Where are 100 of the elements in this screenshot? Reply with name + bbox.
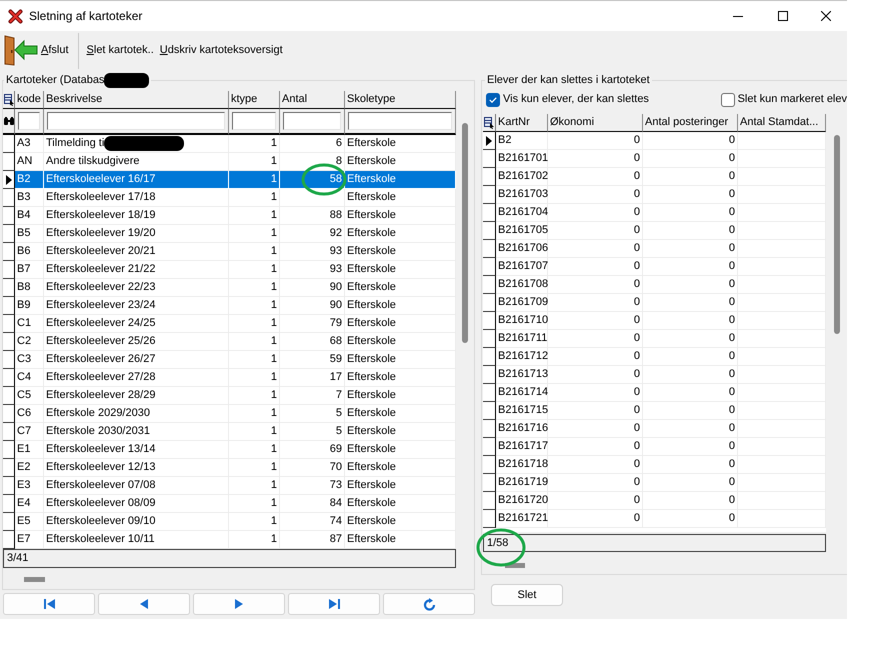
column-header[interactable]: Beskrivelse bbox=[44, 91, 229, 109]
column-header[interactable]: kode bbox=[15, 91, 44, 109]
table-row[interactable]: C5 Efterskoleelever 28/29 1 7 Efterskole bbox=[3, 387, 456, 405]
table-cell: 0 bbox=[548, 222, 643, 240]
row-header[interactable] bbox=[483, 330, 496, 348]
table-cell: 0 bbox=[548, 240, 643, 258]
refresh-icon bbox=[422, 598, 436, 610]
table-cell: 0 bbox=[643, 456, 738, 474]
table-row[interactable]: C3 Efterskoleelever 26/27 1 59 Efterskole bbox=[3, 351, 456, 369]
checkbox-label[interactable]: Slet kun markeret elev bbox=[738, 91, 847, 108]
toolbar-button[interactable]: Slet kartotek.. bbox=[84, 34, 157, 68]
column-header[interactable]: Antal Stamdat... bbox=[738, 114, 826, 132]
row-header[interactable] bbox=[483, 186, 496, 204]
filter-field[interactable] bbox=[47, 112, 225, 130]
row-header[interactable] bbox=[483, 366, 496, 384]
filter-field[interactable] bbox=[18, 112, 40, 130]
toolbar-button[interactable]: Udskriv kartoteksoversigt bbox=[156, 34, 286, 68]
table-row[interactable]: E1 Efterskoleelever 13/14 1 69 Efterskole bbox=[3, 441, 456, 459]
row-header bbox=[3, 423, 15, 441]
row-header[interactable] bbox=[483, 438, 496, 456]
table-cell: 0 bbox=[643, 276, 738, 294]
row-header[interactable] bbox=[483, 384, 496, 402]
column-header[interactable]: Skoletype bbox=[345, 91, 456, 109]
row-header[interactable] bbox=[483, 132, 496, 150]
table-row[interactable]: C1 Efterskoleelever 24/25 1 79 Efterskole bbox=[3, 315, 456, 333]
row-header[interactable] bbox=[483, 222, 496, 240]
last-button[interactable] bbox=[288, 593, 380, 615]
table-row[interactable]: B7 Efterskoleelever 21/22 1 93 Efterskole bbox=[3, 261, 456, 279]
exit-button[interactable]: Afslut bbox=[2, 34, 73, 68]
check-icon bbox=[489, 96, 497, 102]
column-header[interactable]: ktype bbox=[229, 91, 280, 109]
table-row[interactable]: E3 Efterskoleelever 07/08 1 73 Efterskole bbox=[3, 477, 456, 495]
row-header[interactable] bbox=[483, 492, 496, 510]
table-cell: B2161705 bbox=[496, 222, 548, 240]
table-row[interactable]: E5 Efterskoleelever 09/10 1 74 Efterskole bbox=[3, 513, 456, 531]
table-cell: 0 bbox=[643, 402, 738, 420]
column-header[interactable]: KartNr bbox=[496, 114, 548, 132]
row-header[interactable] bbox=[483, 204, 496, 222]
close-icon bbox=[821, 11, 831, 21]
table-cell: 0 bbox=[548, 474, 643, 492]
table-cell: 0 bbox=[548, 312, 643, 330]
row-header[interactable] bbox=[483, 510, 496, 528]
row-header[interactable] bbox=[483, 312, 496, 330]
scrollbar-thumb[interactable] bbox=[24, 577, 45, 582]
column-header[interactable]: Antal bbox=[280, 91, 345, 109]
first-button[interactable] bbox=[3, 593, 95, 615]
table-cell: 0 bbox=[643, 330, 738, 348]
table-row[interactable]: B3 Efterskoleelever 17/18 1 Efterskole bbox=[3, 189, 456, 207]
table-row[interactable]: E7 Efterskoleelever 10/11 1 87 Efterskole bbox=[3, 531, 456, 549]
table-row[interactable]: E2 Efterskoleelever 12/13 1 70 Efterskole bbox=[3, 459, 456, 477]
checkbox-label[interactable]: Vis kun elever, der kan slettes bbox=[503, 91, 649, 108]
delete-button[interactable]: Slet bbox=[491, 584, 563, 606]
row-header bbox=[3, 405, 15, 423]
column-header[interactable]: Økonomi bbox=[548, 114, 643, 132]
row-header[interactable] bbox=[483, 240, 496, 258]
table-cell: 0 bbox=[548, 420, 643, 438]
checkbox[interactable] bbox=[720, 92, 735, 106]
table-row[interactable]: E4 Efterskoleelever 08/09 1 84 Efterskole bbox=[3, 495, 456, 513]
table-row[interactable]: B5 Efterskoleelever 19/20 1 92 Efterskole bbox=[3, 225, 456, 243]
scrollbar-thumb[interactable] bbox=[505, 563, 525, 568]
column-header[interactable]: Antal posteringer bbox=[643, 114, 738, 132]
table-cell: 0 bbox=[643, 366, 738, 384]
filter-field[interactable] bbox=[348, 112, 452, 130]
table-cell: 0 bbox=[643, 294, 738, 312]
table-row[interactable]: B9 Efterskoleelever 23/24 1 90 Efterskole bbox=[3, 297, 456, 315]
row-header[interactable] bbox=[483, 420, 496, 438]
row-header[interactable] bbox=[483, 474, 496, 492]
refresh-button[interactable] bbox=[383, 593, 475, 615]
filter-field[interactable] bbox=[232, 112, 276, 130]
table-row[interactable]: C4 Efterskoleelever 27/28 1 17 Efterskole bbox=[3, 369, 456, 387]
row-header[interactable] bbox=[483, 150, 496, 168]
scrollbar-thumb[interactable] bbox=[834, 135, 840, 334]
table-row[interactable]: B4 Efterskoleelever 18/19 1 88 Efterskole bbox=[3, 207, 456, 225]
table-row[interactable]: B2 Efterskoleelever 16/17 1 58 Efterskole bbox=[3, 171, 456, 189]
table-row[interactable]: B8 Efterskoleelever 22/23 1 90 Efterskole bbox=[3, 279, 456, 297]
table-row[interactable]: C7 Efterskole 2030/2031 1 5 Efterskole bbox=[3, 423, 456, 441]
table-icon bbox=[4, 94, 14, 106]
table-row[interactable]: AN Andre tilskudgivere 1 8 Efterskole bbox=[3, 153, 456, 171]
table-cell: B2161707 bbox=[496, 258, 548, 276]
row-header bbox=[3, 225, 15, 243]
row-header bbox=[3, 369, 15, 387]
table-cell: 0 bbox=[643, 240, 738, 258]
row-header[interactable] bbox=[483, 258, 496, 276]
row-header[interactable] bbox=[483, 348, 496, 366]
table-row[interactable]: B6 Efterskoleelever 20/21 1 93 Efterskole bbox=[3, 243, 456, 261]
row-header[interactable] bbox=[483, 294, 496, 312]
checkbox[interactable] bbox=[486, 92, 500, 106]
row-header[interactable] bbox=[483, 402, 496, 420]
row-header[interactable] bbox=[483, 456, 496, 474]
table-row[interactable]: C6 Efterskole 2029/2030 1 5 Efterskole bbox=[3, 405, 456, 423]
table-row[interactable]: C2 Efterskoleelever 25/26 1 68 Efterskole bbox=[3, 333, 456, 351]
row-header[interactable] bbox=[483, 276, 496, 294]
table-row[interactable]: A3 Tilmelding ti 1 6 Efterskole bbox=[3, 135, 456, 153]
scrollbar-thumb[interactable] bbox=[462, 123, 468, 343]
row-header[interactable] bbox=[483, 168, 496, 186]
highlight-ellipse bbox=[476, 528, 526, 567]
table-cell: 0 bbox=[643, 222, 738, 240]
table-cell: 0 bbox=[643, 258, 738, 276]
filter-field[interactable] bbox=[283, 112, 341, 130]
row-header bbox=[3, 513, 15, 531]
